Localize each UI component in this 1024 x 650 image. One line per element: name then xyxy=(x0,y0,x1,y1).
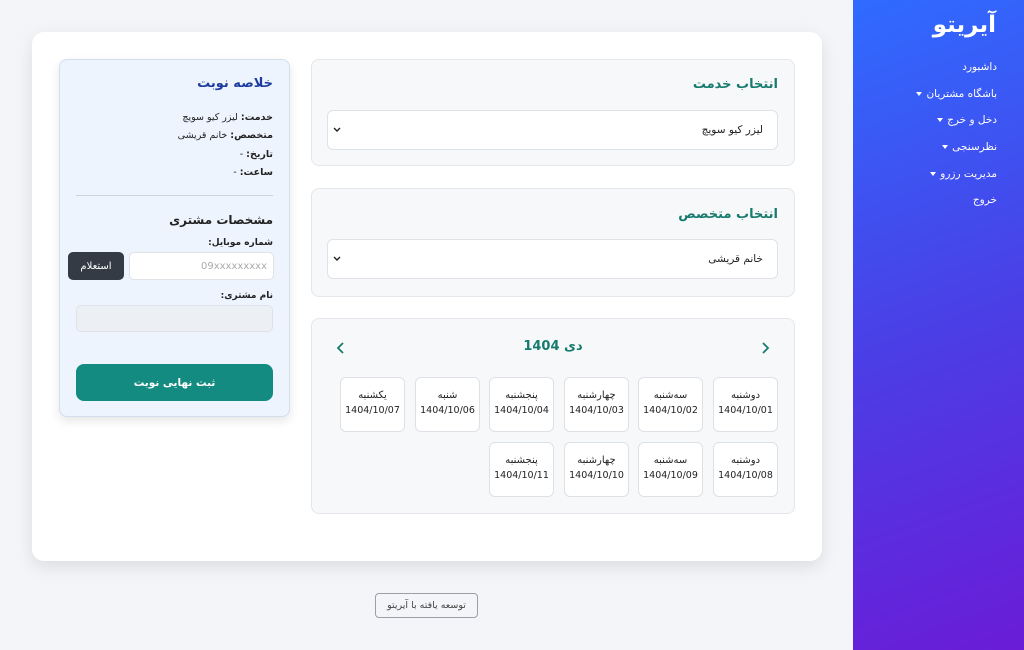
summary-service-value: لیزر کیو سویچ xyxy=(182,112,238,123)
day-date: 1404/10/10 xyxy=(569,470,624,481)
service-title: انتخاب خدمت xyxy=(692,77,778,92)
caret-down-icon xyxy=(942,145,949,150)
day-card[interactable]: سه‌شنبه 1404/10/09 xyxy=(638,442,703,497)
day-card[interactable]: پنجشنبه 1404/10/04 xyxy=(489,377,554,432)
summary-time-row: ساعت: - xyxy=(233,167,273,178)
day-name: پنجشنبه xyxy=(505,455,538,466)
service-select-value: لیزر کیو سویچ xyxy=(701,124,763,136)
day-date: 1404/10/08 xyxy=(718,470,773,481)
specialist-select-value: خانم قریشی xyxy=(708,253,763,265)
divider xyxy=(76,195,273,196)
sidebar: آیریتو داشبورد باشگاه مشتریان دخل و خرج … xyxy=(853,0,1024,650)
brand-logo[interactable]: آیریتو xyxy=(933,12,996,38)
day-name: چهارشنبه xyxy=(577,455,616,466)
summary-date-row: تاریخ: - xyxy=(240,149,273,160)
day-name: شنبه xyxy=(437,390,458,401)
day-name: دوشنبه xyxy=(730,390,761,401)
calendar-month: دی 1404 xyxy=(523,339,583,354)
booking-summary: خلاصه نوبت خدمت: لیزر کیو سویچ متخصص: خا… xyxy=(59,59,290,417)
specialist-title: انتخاب متخصص xyxy=(678,207,778,222)
day-date: 1404/10/01 xyxy=(718,405,773,416)
sidebar-item-reservation[interactable]: مدیریت رزرو xyxy=(916,167,997,194)
calendar-header: دی 1404 xyxy=(312,339,794,359)
chevron-down-icon xyxy=(333,127,341,132)
summary-date-label: تاریخ: xyxy=(246,149,273,160)
sidebar-item-label: داشبورد xyxy=(962,61,997,73)
day-date: 1404/10/06 xyxy=(420,405,475,416)
specialist-select[interactable]: خانم قریشی xyxy=(327,239,778,279)
summary-service-label: خدمت: xyxy=(240,112,273,123)
calendar-panel: دی 1404 دوشنبه 1404/10/01 سه‌شنبه 1404/10/… xyxy=(311,318,795,514)
summary-specialist-value: خانم قریشی xyxy=(177,130,228,141)
sidebar-item-income-expense[interactable]: دخل و خرج xyxy=(916,113,997,140)
day-date: 1404/10/07 xyxy=(345,405,400,416)
day-card[interactable]: پنجشنبه 1404/10/11 xyxy=(489,442,554,497)
sidebar-item-dashboard[interactable]: داشبورد xyxy=(916,60,997,87)
submit-booking-button[interactable]: ثبت نهایی نوبت xyxy=(76,364,273,401)
day-name: چهارشنبه xyxy=(577,390,616,401)
specialist-panel: انتخاب متخصص خانم قریشی xyxy=(311,188,795,297)
inquire-button[interactable]: استعلام xyxy=(68,252,124,280)
day-date: 1404/10/09 xyxy=(643,470,698,481)
chevron-down-icon xyxy=(333,256,341,261)
customer-name-field[interactable] xyxy=(76,305,273,332)
sidebar-item-label: دخل و خرج xyxy=(947,114,997,127)
footer-credit-button[interactable]: توسعه یافته با آیریتو xyxy=(375,593,478,618)
day-card[interactable]: چهارشنبه 1404/10/10 xyxy=(564,442,629,497)
summary-specialist-label: متخصص: xyxy=(230,130,273,141)
sidebar-item-label: مدیریت رزرو xyxy=(940,167,997,180)
caret-down-icon xyxy=(937,118,944,123)
summary-service-row: خدمت: لیزر کیو سویچ xyxy=(182,112,273,123)
caret-down-icon xyxy=(930,171,937,176)
day-card[interactable]: دوشنبه 1404/10/08 xyxy=(713,442,778,497)
day-name: سه‌شنبه xyxy=(653,455,688,466)
summary-time-label: ساعت: xyxy=(239,167,273,178)
day-card[interactable]: چهارشنبه 1404/10/03 xyxy=(564,377,629,432)
mobile-label: شماره موبایل: xyxy=(208,238,273,248)
day-name: سه‌شنبه xyxy=(653,390,688,401)
day-card[interactable]: یکشنبه 1404/10/07 xyxy=(340,377,405,432)
customer-name-label: نام مشتری: xyxy=(220,291,273,301)
day-card[interactable]: شنبه 1404/10/06 xyxy=(415,377,480,432)
day-name: دوشنبه xyxy=(730,455,761,466)
service-select[interactable]: لیزر کیو سویچ xyxy=(327,110,778,150)
chevron-right-icon[interactable] xyxy=(758,341,772,355)
service-panel: انتخاب خدمت لیزر کیو سویچ xyxy=(311,59,795,166)
day-date: 1404/10/03 xyxy=(569,405,624,416)
day-name: یکشنبه xyxy=(358,390,387,401)
sidebar-item-label: نظرسنجی xyxy=(952,141,997,154)
mobile-input[interactable] xyxy=(129,252,274,280)
sidebar-nav: داشبورد باشگاه مشتریان دخل و خرج نظرسنجی… xyxy=(916,60,997,220)
sidebar-item-label: خروج xyxy=(972,194,997,207)
day-date: 1404/10/11 xyxy=(494,470,549,481)
day-card[interactable]: دوشنبه 1404/10/01 xyxy=(713,377,778,432)
summary-specialist-row: متخصص: خانم قریشی xyxy=(178,130,273,141)
day-date: 1404/10/04 xyxy=(494,405,549,416)
summary-date-value: - xyxy=(239,149,244,160)
day-name: پنجشنبه xyxy=(505,390,538,401)
day-date: 1404/10/02 xyxy=(643,405,698,416)
summary-time-value: - xyxy=(233,167,237,178)
caret-down-icon xyxy=(916,91,923,96)
sidebar-item-label: باشگاه مشتریان xyxy=(926,87,997,100)
day-card[interactable]: سه‌شنبه 1404/10/02 xyxy=(638,377,703,432)
sidebar-item-survey[interactable]: نظرسنجی xyxy=(916,140,997,167)
sidebar-item-logout[interactable]: خروج xyxy=(916,193,997,220)
customer-section-title: مشخصات مشتری xyxy=(169,213,273,227)
sidebar-item-customer-club[interactable]: باشگاه مشتریان xyxy=(916,87,997,114)
summary-title: خلاصه نوبت xyxy=(197,76,273,91)
